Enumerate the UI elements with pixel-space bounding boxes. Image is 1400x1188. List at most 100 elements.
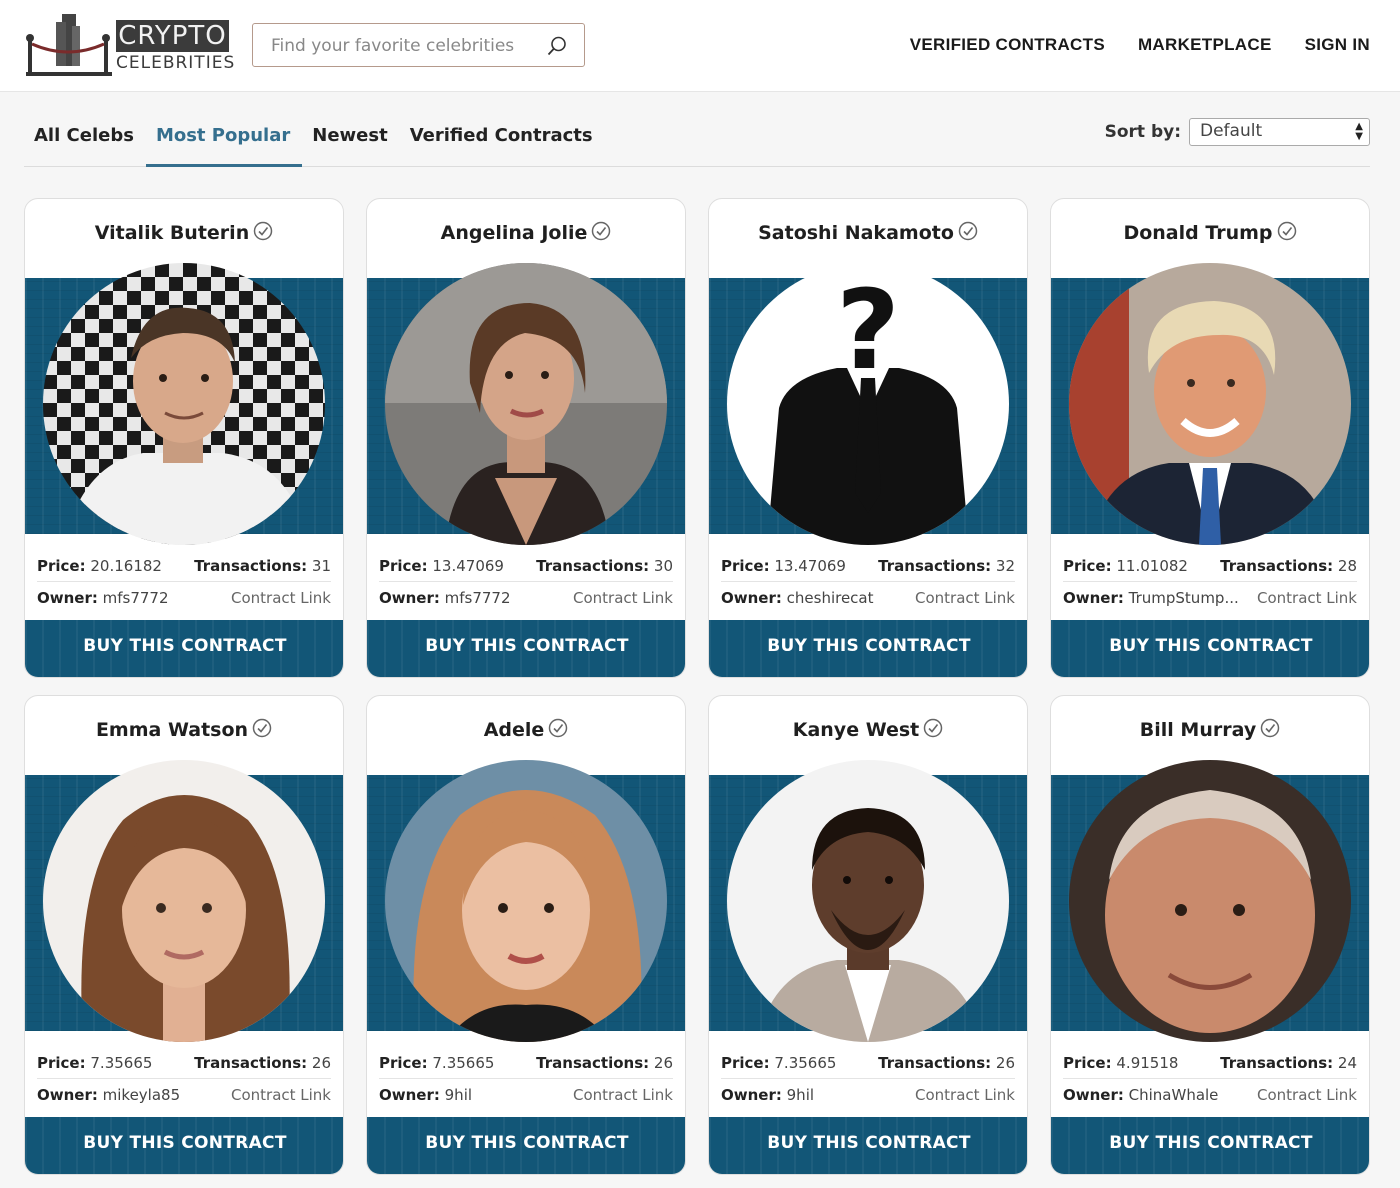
- celebrity-card: Emma Watson Price: 7.35665 Transactions:…: [24, 695, 344, 1175]
- transactions-field: Transactions: 31: [194, 557, 331, 575]
- tab-verified-contracts[interactable]: Verified Contracts: [400, 110, 605, 167]
- card-info: Price: 13.47069 Transactions: 30 Owner: …: [367, 551, 685, 613]
- sort-select[interactable]: Default ▲ ▼: [1189, 118, 1370, 146]
- celebrity-card: Vitalik Buterin Price: 20.16182 Transact…: [24, 198, 344, 678]
- tab-all-celebs[interactable]: All Celebs: [24, 110, 146, 167]
- card-info: Price: 13.47069 Transactions: 32 Owner: …: [709, 551, 1027, 613]
- buy-contract-button[interactable]: BUY THIS CONTRACT: [709, 1117, 1027, 1174]
- nav-verified-contracts[interactable]: VERIFIED CONTRACTS: [910, 35, 1105, 55]
- owner-value[interactable]: 9hil: [787, 1086, 814, 1104]
- celebrity-name: Vitalik Buterin: [94, 222, 250, 244]
- contract-link[interactable]: Contract Link: [1257, 1086, 1357, 1104]
- owner-value[interactable]: mfs7772: [445, 589, 511, 607]
- buy-contract-button[interactable]: BUY THIS CONTRACT: [25, 620, 343, 677]
- transactions-field: Transactions: 30: [536, 557, 673, 575]
- price-value: 7.35665: [90, 1054, 153, 1072]
- contract-link[interactable]: Contract Link: [231, 1086, 331, 1104]
- buy-contract-button[interactable]: BUY THIS CONTRACT: [25, 1117, 343, 1174]
- logo-word-celebrities: CELEBRITIES: [116, 53, 236, 73]
- card-portrait-area: [25, 760, 343, 1042]
- transactions-value: 31: [311, 557, 331, 575]
- logo-word-crypto: CRYPTO: [116, 20, 229, 52]
- celebrity-portrait[interactable]: [1069, 263, 1351, 545]
- owner-field: Owner: 9hil: [721, 1086, 814, 1104]
- card-owner-row: Owner: ChinaWhale Contract Link: [1063, 1079, 1357, 1110]
- owner-value[interactable]: cheshirecat: [787, 589, 874, 607]
- card-stats-row: Price: 13.47069 Transactions: 32: [721, 551, 1015, 582]
- portrait-image: [43, 760, 325, 1042]
- celebrity-portrait[interactable]: [43, 263, 325, 545]
- verified-check-icon: [924, 718, 943, 738]
- portrait-image: [727, 760, 1009, 1042]
- celebrity-portrait[interactable]: [727, 760, 1009, 1042]
- celebrity-portrait[interactable]: [43, 760, 325, 1042]
- site-logo[interactable]: CRYPTO CELEBRITIES: [26, 12, 236, 78]
- contract-link[interactable]: Contract Link: [231, 589, 331, 607]
- price-field: Price: 4.91518: [1063, 1054, 1178, 1072]
- price-label: Price:: [721, 1054, 770, 1072]
- buy-contract-button[interactable]: BUY THIS CONTRACT: [1051, 620, 1369, 677]
- transactions-value: 28: [1337, 557, 1357, 575]
- nav-marketplace[interactable]: MARKETPLACE: [1138, 35, 1272, 55]
- buy-contract-button[interactable]: BUY THIS CONTRACT: [1051, 1117, 1369, 1174]
- contract-link[interactable]: Contract Link: [915, 1086, 1015, 1104]
- tab-most-popular[interactable]: Most Popular: [145, 110, 303, 167]
- celebrity-portrait[interactable]: [385, 263, 667, 545]
- price-label: Price:: [721, 557, 770, 575]
- transactions-label: Transactions:: [536, 557, 650, 575]
- card-portrait-area: [25, 263, 343, 545]
- price-label: Price:: [379, 557, 428, 575]
- buy-contract-button[interactable]: BUY THIS CONTRACT: [367, 620, 685, 677]
- card-stats-row: Price: 7.35665 Transactions: 26: [379, 1048, 673, 1079]
- transactions-label: Transactions:: [194, 1054, 308, 1072]
- buy-contract-button[interactable]: BUY THIS CONTRACT: [367, 1117, 685, 1174]
- celebrity-portrait[interactable]: [1069, 760, 1351, 1042]
- celebrity-portrait[interactable]: ?: [727, 263, 1009, 545]
- portrait-image: [385, 263, 667, 545]
- owner-value[interactable]: ChinaWhale: [1129, 1086, 1219, 1104]
- price-label: Price:: [1063, 1054, 1112, 1072]
- owner-value[interactable]: mikeyla85: [103, 1086, 180, 1104]
- owner-label: Owner:: [379, 1085, 440, 1104]
- card-stats-row: Price: 11.01082 Transactions: 28: [1063, 551, 1357, 582]
- celebrity-portrait[interactable]: [385, 760, 667, 1042]
- card-stats-row: Price: 4.91518 Transactions: 24: [1063, 1048, 1357, 1079]
- contract-link[interactable]: Contract Link: [573, 1086, 673, 1104]
- price-field: Price: 7.35665: [721, 1054, 836, 1072]
- nav-sign-in[interactable]: SIGN IN: [1305, 35, 1370, 55]
- transactions-value: 26: [995, 1054, 1015, 1072]
- sort-label: Sort by:: [1104, 122, 1181, 142]
- tab-newest[interactable]: Newest: [302, 110, 399, 167]
- contract-link[interactable]: Contract Link: [573, 589, 673, 607]
- owner-value[interactable]: mfs7772: [103, 589, 169, 607]
- transactions-field: Transactions: 26: [878, 1054, 1015, 1072]
- verified-check-icon: [253, 221, 273, 241]
- card-portrait-area: [367, 760, 685, 1042]
- owner-value[interactable]: TrumpStump...: [1129, 589, 1239, 607]
- price-field: Price: 13.47069: [379, 557, 504, 575]
- celebrity-card: Bill Murray Price: 4.91518 Transactions:…: [1050, 695, 1370, 1175]
- card-portrait-area: ?: [709, 263, 1027, 545]
- owner-field: Owner: cheshirecat: [721, 589, 874, 607]
- price-label: Price:: [379, 1054, 428, 1072]
- verified-check-icon: [1277, 221, 1296, 241]
- owner-label: Owner:: [37, 588, 98, 607]
- buy-contract-button[interactable]: BUY THIS CONTRACT: [709, 620, 1027, 677]
- contract-link[interactable]: Contract Link: [915, 589, 1015, 607]
- verified-check-icon: [958, 221, 978, 241]
- verified-check-icon: [592, 221, 611, 241]
- celebrity-card: Donald Trump Price: 11.01082 Transaction…: [1050, 198, 1370, 678]
- transactions-value: 30: [653, 557, 673, 575]
- contract-link[interactable]: Contract Link: [1257, 589, 1357, 607]
- owner-field: Owner: 9hil: [379, 1086, 472, 1104]
- card-portrait-area: [1051, 263, 1369, 545]
- card-owner-row: Owner: mfs7772 Contract Link: [379, 582, 673, 613]
- owner-field: Owner: mfs7772: [379, 589, 511, 607]
- celebrity-name: Donald Trump: [1123, 222, 1273, 244]
- search-input[interactable]: [271, 33, 541, 59]
- search-box: [252, 23, 585, 67]
- price-label: Price:: [37, 557, 86, 575]
- transactions-label: Transactions:: [878, 557, 992, 575]
- owner-value[interactable]: 9hil: [445, 1086, 472, 1104]
- search-icon[interactable]: [546, 35, 568, 57]
